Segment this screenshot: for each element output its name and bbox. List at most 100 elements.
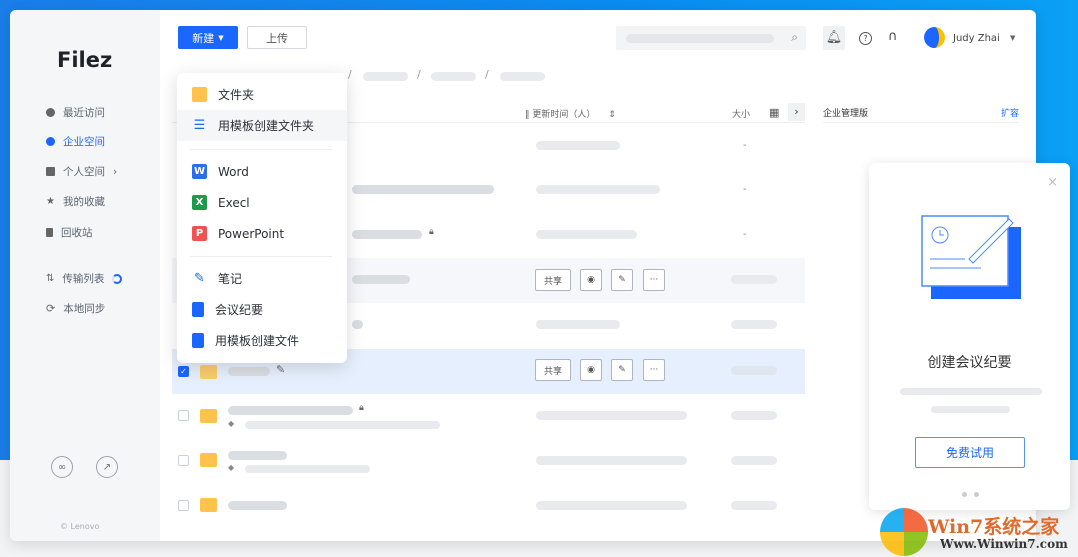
pencil-icon[interactable]: ✎ (611, 269, 633, 291)
watermark-logo (880, 508, 928, 556)
size: - (743, 184, 747, 195)
edit-icon[interactable]: ✎ (276, 363, 285, 376)
label: 新建 (192, 31, 215, 45)
checkbox[interactable] (178, 455, 189, 466)
share-button[interactable]: 共享 (535, 269, 571, 291)
sync-icon: ⟳ (46, 302, 56, 315)
eye-icon[interactable]: ◉ (580, 359, 602, 381)
link-icon[interactable]: ∞ (51, 456, 73, 478)
carousel-dot[interactable] (974, 492, 979, 497)
pencil-icon[interactable]: ✎ (611, 359, 633, 381)
label: 笔记 (218, 272, 243, 286)
folder-icon (192, 87, 207, 102)
label: 本地同步 (63, 303, 106, 315)
watermark-text: Win7系统之家 (928, 516, 1060, 538)
caret-down-icon[interactable]: ▼ (1010, 34, 1015, 42)
caret-down-icon: ▼ (218, 33, 224, 42)
synced-folder-icon (200, 453, 217, 467)
chevron-right-icon[interactable]: › (788, 103, 805, 121)
sidebar-item-enterprise[interactable]: 企业空间 (46, 134, 105, 149)
shared-folder-icon (200, 409, 217, 423)
label: 文件夹 (218, 88, 255, 102)
label: 我的收藏 (62, 196, 105, 208)
headset-icon[interactable]: ∩ (888, 29, 898, 44)
expand-link[interactable]: 扩容 (1001, 106, 1019, 119)
tag-icon: ◆ (228, 463, 235, 472)
column-header-time[interactable]: ‖ 更新时间（人） ⇕ (525, 107, 616, 120)
label: PowerPoint (218, 226, 285, 241)
menu-item-meeting-notes[interactable]: 会议纪要 (177, 294, 347, 325)
label: Execl (218, 195, 250, 210)
menu-item-template-folder[interactable]: ☰ 用模板创建文件夹 (177, 110, 347, 141)
sidebar-item-favorites[interactable]: ★ 我的收藏 (46, 194, 105, 209)
label: 传输列表 (62, 273, 105, 285)
more-button[interactable]: ··· (643, 269, 665, 291)
transfer-icon: ⇅ (46, 273, 55, 284)
label: 个人空间 (63, 166, 105, 178)
menu-item-folder[interactable]: 文件夹 (177, 79, 347, 110)
free-trial-button[interactable]: 免费试用 (915, 437, 1025, 468)
menu-item-word[interactable]: W Word (177, 156, 347, 187)
label: 最近访问 (63, 107, 105, 119)
chevron-right-icon: › (113, 165, 118, 178)
clock-icon (46, 108, 55, 117)
label: 企业空间 (63, 136, 105, 148)
file-icon (192, 333, 204, 348)
progress-spinner-icon (112, 273, 123, 284)
checkbox[interactable] (178, 500, 189, 511)
more-button[interactable]: ··· (643, 359, 665, 381)
tag-icon: ◆ (228, 419, 235, 428)
watermark-url: Www.Winwin7.com (940, 537, 1068, 551)
new-dropdown-menu: 文件夹 ☰ 用模板创建文件夹 W Word X Execl P PowerPoint ✎… (177, 73, 347, 363)
menu-item-powerpoint[interactable]: P PowerPoint (177, 218, 347, 249)
divider (823, 122, 1019, 123)
menu-item-excel[interactable]: X Execl (177, 187, 347, 218)
logo: Filez (57, 48, 113, 72)
sidebar-item-trash[interactable]: 回收站 (46, 225, 93, 240)
column-header-size[interactable]: 大小 (732, 107, 750, 120)
new-button[interactable]: 新建 ▼ (178, 26, 238, 49)
close-icon[interactable]: × (1047, 175, 1058, 190)
user-name[interactable]: Judy Zhai (953, 33, 1000, 44)
grid-view-icon[interactable]: ▦ (769, 106, 779, 119)
upload-button[interactable]: 上传 (247, 26, 307, 49)
size: - (743, 229, 747, 240)
search-input[interactable]: ⌕ (616, 26, 806, 50)
share-out-icon[interactable]: ↗ (96, 456, 118, 478)
lock-icon: 🔒︎ (359, 403, 364, 413)
eye-icon[interactable]: ◉ (580, 269, 602, 291)
enterprise-icon (46, 137, 55, 146)
shared-folder-icon (200, 365, 217, 379)
avatar[interactable] (924, 27, 945, 48)
lock-icon: 🔒︎ (429, 227, 434, 237)
trash-icon (46, 228, 53, 237)
label: 用模板创建文件 (215, 334, 300, 348)
meeting-notes-illustration (921, 215, 1021, 299)
list-icon: ☰ (193, 118, 206, 133)
sidebar-item-sync[interactable]: ⟳ 本地同步 (46, 301, 105, 316)
checkbox-checked[interactable]: ✓ (178, 366, 189, 377)
word-icon: W (192, 164, 207, 179)
sort-icon: ⇕ (608, 110, 616, 120)
bell-icon[interactable]: 🔔︎ (823, 26, 845, 50)
sidebar-item-personal[interactable]: 个人空间 › (46, 164, 117, 179)
label: Word (218, 164, 249, 179)
excel-icon: X (192, 195, 207, 210)
menu-item-template-file[interactable]: 用模板创建文件 (177, 325, 347, 356)
sidebar-item-recent[interactable]: 最近访问 (46, 105, 105, 120)
label: 用模板创建文件夹 (218, 119, 315, 133)
pen-icon: ✎ (194, 271, 205, 286)
checkbox[interactable] (178, 410, 189, 421)
search-icon: ⌕ (791, 30, 798, 44)
sidebar: Filez 最近访问 企业空间 个人空间 › ★ 我的收藏 回收站 ⇅ 传输列表 ⟳ 本… (10, 10, 160, 541)
help-icon[interactable]: ? (859, 32, 872, 45)
sidebar-item-transfer[interactable]: ⇅ 传输列表 (46, 271, 123, 286)
book-icon (46, 167, 55, 176)
label: 会议纪要 (215, 303, 264, 317)
share-button[interactable]: 共享 (535, 359, 571, 381)
folder-icon (200, 498, 217, 512)
carousel-dot[interactable] (962, 492, 967, 497)
menu-item-note[interactable]: ✎ 笔记 (177, 263, 347, 294)
notebook-icon (192, 302, 204, 317)
label: 回收站 (61, 227, 93, 239)
